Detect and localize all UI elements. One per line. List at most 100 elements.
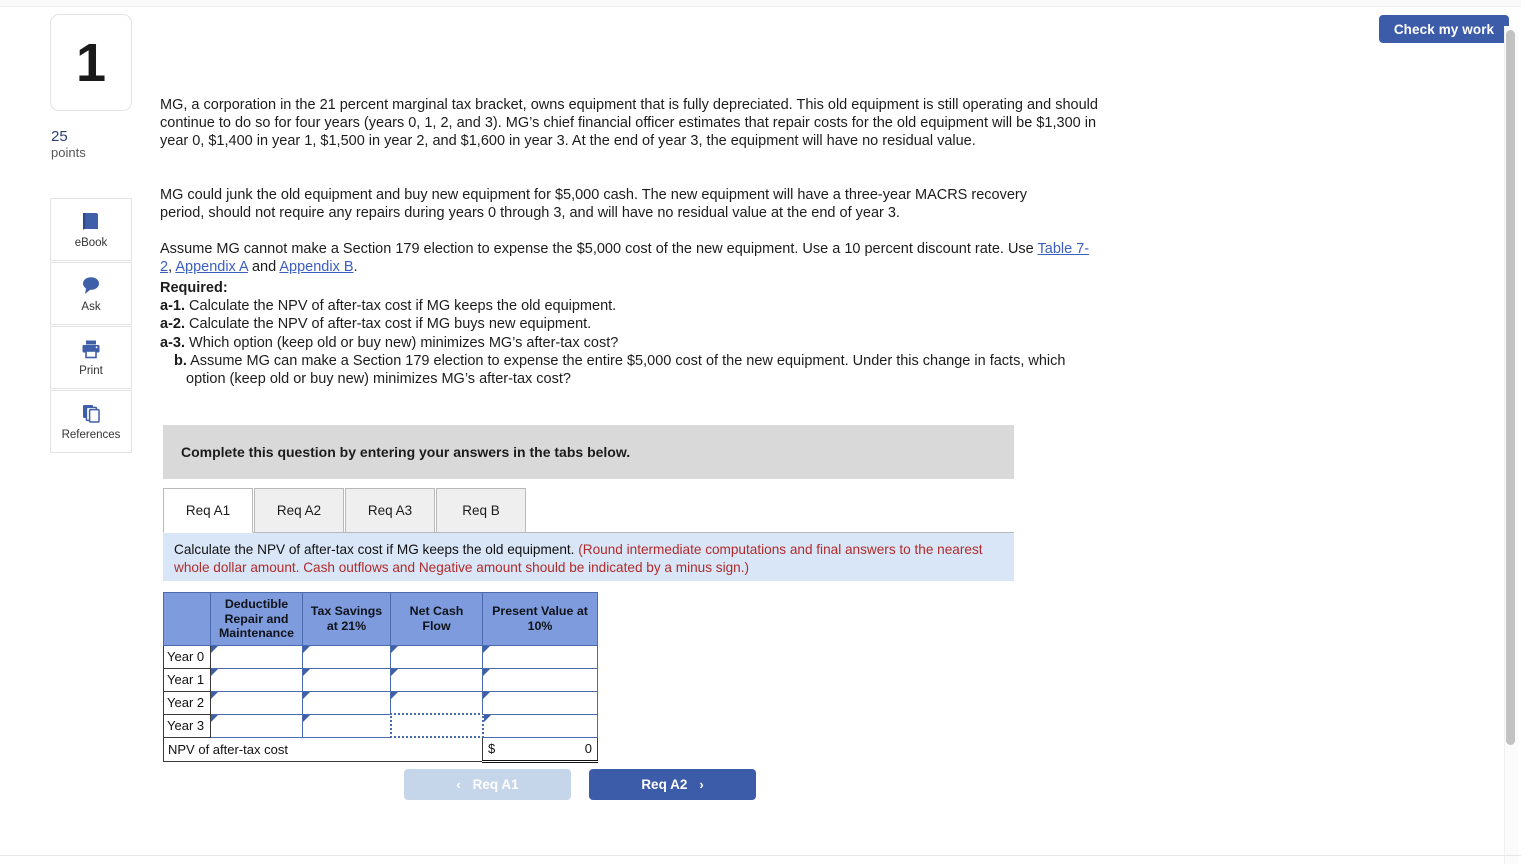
ebook-label: eBook: [74, 237, 108, 249]
instruction-banner: Calculate the NPV of after-tax cost if M…: [163, 533, 1014, 581]
input-year0-net-cash-flow[interactable]: [391, 645, 482, 668]
header-net-cash-flow: Net Cash Flow: [390, 592, 483, 646]
cell-marker-icon: [303, 668, 310, 676]
header-corner: [163, 592, 211, 646]
input-year3-present-value[interactable]: [483, 714, 597, 737]
header-deductible-repair: Deductible Repair and Maintenance: [210, 592, 303, 646]
input-year1-net-cash-flow[interactable]: [391, 668, 482, 691]
question-paragraph-3: Assume MG cannot make a Section 179 elec…: [160, 240, 1090, 276]
cell-year1-deductible[interactable]: [210, 667, 303, 692]
cell-year3-present-value[interactable]: [482, 713, 598, 738]
row-label-year-2: Year 2: [163, 690, 211, 715]
next-requirement-button[interactable]: Req A2 ›: [589, 769, 756, 800]
cell-marker-icon: [391, 691, 398, 699]
requirement-a3: a-3. Which option (keep old or buy new) …: [160, 334, 1105, 352]
cell-year3-deductible[interactable]: [210, 713, 303, 738]
complete-question-banner: Complete this question by entering your …: [163, 425, 1014, 479]
npv-total-label: NPV of after-tax cost: [163, 736, 483, 762]
row-label-year-1: Year 1: [163, 667, 211, 692]
cell-marker-icon: [303, 691, 310, 699]
print-button[interactable]: Print: [50, 326, 132, 389]
requirement-b: b. Assume MG can make a Section 179 elec…: [160, 352, 1105, 388]
cell-marker-icon: [211, 668, 218, 676]
cell-year0-tax-savings[interactable]: [302, 644, 391, 669]
input-year2-tax-savings[interactable]: [303, 691, 390, 714]
instruction-main: Calculate the NPV of after-tax cost if M…: [174, 542, 579, 557]
input-year2-net-cash-flow[interactable]: [391, 691, 482, 713]
cell-year1-net-cash-flow[interactable]: [390, 667, 483, 692]
req-a3-text: Which option (keep old or buy new) minim…: [185, 334, 619, 351]
cell-marker-icon: [211, 714, 218, 722]
input-year1-present-value[interactable]: [483, 668, 597, 691]
check-my-work-button[interactable]: Check my work: [1379, 15, 1509, 43]
cell-year3-net-cash-flow[interactable]: [389, 713, 484, 738]
complete-question-text: Complete this question by entering your …: [181, 444, 631, 460]
req-b-text: Assume MG can make a Section 179 electio…: [186, 352, 1066, 388]
vertical-scrollbar-thumb[interactable]: [1506, 30, 1515, 745]
header-tax-savings: Tax Savings at 21%: [302, 592, 391, 646]
printer-icon: [80, 338, 102, 360]
references-label: References: [61, 429, 121, 441]
tab-req-a2[interactable]: Req A2: [254, 488, 344, 533]
cell-year1-tax-savings[interactable]: [302, 667, 391, 692]
question-number-box: 1: [50, 14, 132, 111]
cell-year2-deductible[interactable]: [210, 690, 303, 715]
appendix-b-link[interactable]: Appendix B: [279, 259, 353, 275]
ebook-icon: [80, 210, 102, 232]
chevron-right-icon: ›: [699, 777, 704, 792]
table-row: Year 1: [163, 667, 598, 692]
table-row: Year 2: [163, 690, 598, 715]
question-rail: 1 25 points eBook Ask Print References: [50, 14, 132, 453]
table-row: Year 0: [163, 644, 598, 669]
input-year3-net-cash-flow[interactable]: [391, 715, 482, 736]
cell-marker-icon: [483, 691, 490, 699]
cell-marker-icon: [483, 645, 490, 653]
paragraph-3-end: .: [353, 258, 358, 275]
cell-year3-tax-savings[interactable]: [302, 713, 391, 738]
input-year1-tax-savings[interactable]: [303, 668, 390, 691]
cell-year2-present-value[interactable]: [482, 690, 598, 715]
input-year3-deductible[interactable]: [211, 714, 302, 737]
points-label: points: [51, 144, 86, 160]
answer-table-head: Deductible Repair and Maintenance Tax Sa…: [163, 592, 598, 646]
tool-buttons: eBook Ask Print References: [50, 198, 132, 453]
tab-req-a3[interactable]: Req A3: [345, 488, 435, 533]
req-a1-text: Calculate the NPV of after-tax cost if M…: [185, 298, 617, 315]
cell-marker-icon: [303, 714, 310, 722]
input-year0-present-value[interactable]: [483, 645, 597, 668]
input-year2-deductible[interactable]: [211, 691, 302, 714]
input-year3-tax-savings[interactable]: [303, 714, 390, 737]
cell-marker-icon: [211, 691, 218, 699]
ebook-button[interactable]: eBook: [50, 198, 132, 261]
npv-currency-symbol: $: [488, 741, 496, 756]
req-a3-marker: a-3.: [160, 334, 185, 351]
next-requirement-label: Req A2: [641, 777, 688, 792]
references-pages-icon: [80, 402, 102, 424]
cell-marker-icon: [483, 714, 491, 722]
ask-label: Ask: [81, 301, 101, 313]
tab-req-a1[interactable]: Req A1: [163, 488, 253, 533]
tab-req-b[interactable]: Req B: [436, 488, 526, 533]
chevron-left-icon: ‹: [456, 777, 461, 792]
appendix-a-link[interactable]: Appendix A: [175, 259, 248, 275]
input-year2-present-value[interactable]: [483, 691, 597, 714]
cell-marker-icon: [211, 645, 218, 653]
ask-button[interactable]: Ask: [50, 262, 132, 325]
cell-marker-icon: [303, 645, 310, 653]
cell-year0-present-value[interactable]: [482, 644, 598, 669]
req-a2-text: Calculate the NPV of after-tax cost if M…: [185, 316, 592, 333]
input-year0-deductible[interactable]: [211, 645, 302, 668]
question-paragraph-2: MG could junk the old equipment and buy …: [160, 186, 1027, 221]
cell-year1-present-value[interactable]: [482, 667, 598, 692]
cell-marker-icon: [391, 668, 398, 676]
cell-year2-net-cash-flow[interactable]: [390, 690, 483, 715]
cell-year0-deductible[interactable]: [210, 644, 303, 669]
input-year1-deductible[interactable]: [211, 668, 302, 691]
cell-year0-net-cash-flow[interactable]: [390, 644, 483, 669]
points-value: 25: [51, 128, 68, 145]
required-heading: Required:: [160, 280, 228, 296]
prev-requirement-button[interactable]: ‹ Req A1: [404, 769, 571, 800]
references-button[interactable]: References: [50, 390, 132, 453]
cell-year2-tax-savings[interactable]: [302, 690, 391, 715]
input-year0-tax-savings[interactable]: [303, 645, 390, 668]
